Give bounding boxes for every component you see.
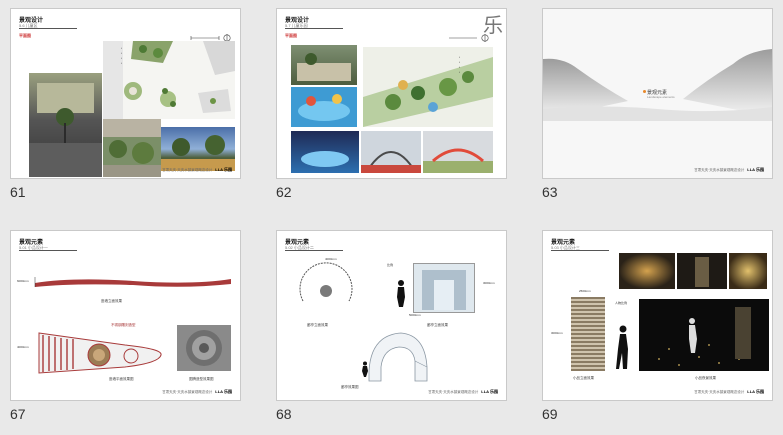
legend-item: • [121,61,123,65]
slide-number: 68 [276,406,292,422]
caption: 座墙立面效果 [101,299,122,303]
slide-thumbnail[interactable]: 景观元素 5.03 小品设计三 2500mm 3000mm 人物比例 小品立面效… [542,230,773,401]
arch-photo [361,131,421,173]
slide-card-67[interactable]: 景观元素 5.01 小品设计一 6000mm 座墙立面效果 4000mm 不锈钢… [10,230,241,422]
caption: 小品夜景效果 [695,376,716,380]
person-silhouette-icon [362,361,368,377]
pool-photo [291,87,357,127]
water-play-photo [291,131,359,173]
slide-number: 67 [10,406,26,422]
night-lamp-photo-3 [729,253,767,289]
slide-card-69[interactable]: 景观元素 5.03 小品设计三 2500mm 3000mm 人物比例 小品立面效… [542,230,773,422]
slide-thumbnail[interactable]: 景观元素 Landscape elements 甘肃天庆·天庆水镇景观概念设计 L… [542,8,773,179]
pavilion-plan [299,262,353,302]
slide-number: 69 [542,406,558,422]
footer-text: 甘肃天庆·天庆水镇景观概念设计 [162,168,213,172]
caption: 图腾造型效果图 [189,377,214,381]
north-arrow-icon [449,34,489,42]
slide-thumbnail[interactable]: 景观元素 5.01 小品设计一 6000mm 座墙立面效果 4000mm 不锈钢… [10,230,241,401]
section-label: 平面图 [285,33,297,38]
footer-text: 甘肃天庆·天庆水镇景观概念设计 [162,390,213,394]
slide-number: 63 [542,184,558,200]
slide-number: 61 [10,184,26,200]
person-silhouette-icon [397,280,405,307]
slide-card-61[interactable]: 景观设计 5.6 儿童区 平面图 • • • • 甘肃天庆·天庆水镇景观概念设计… [10,8,241,200]
slide-card-63[interactable]: 景观元素 Landscape elements 甘肃天庆·天庆水镇景观概念设计 L… [542,8,773,200]
plan-legend: • • • • [121,46,122,66]
playground-photo [291,45,357,85]
figure-label: 人物比例 [615,301,628,305]
dim-label: 5000mm [409,313,421,317]
pavilion-perspective [368,332,428,382]
footer-logo: LLA 乐园 [215,167,232,172]
caption: 廊亭立面效果 [307,323,328,327]
slide-thumbnail[interactable]: 景观设计 5.6 儿童区 平面图 • • • • 甘肃天庆·天庆水镇景观概念设计… [10,8,241,179]
footer-logo: LLA 乐园 [747,389,764,394]
accent-dot [643,90,646,93]
footer-text: 甘肃天庆·天庆水镇景观概念设计 [694,390,745,394]
slide-number: 62 [276,184,292,200]
night-lamp-photo-2 [677,253,727,289]
site-plan [103,41,235,119]
footer-logo: LLA 乐园 [481,389,498,394]
dim-label: 2500mm [579,289,591,293]
footer-text: 甘肃天庆·天庆水镇景观概念设计 [428,390,479,394]
night-garden-photo [161,127,235,171]
slide-card-68[interactable]: 景观元素 5.02 小品设计二 4000mm 廊亭立面效果 比例 3000mm … [276,230,507,422]
slide-card-62[interactable]: 景观设计 5.7 儿童乐园 平面图 乐 • • • • 62 [276,8,507,200]
footer-logo: LLA 乐园 [747,167,764,172]
bench-elevation [34,277,231,287]
slide-thumbnail[interactable]: 景观设计 5.7 儿童乐园 平面图 乐 • • • • [276,8,507,179]
courtyard-photo [103,119,161,177]
dim-label: 3000mm [483,281,495,285]
lamp-elevation [571,297,605,371]
slide-subtitle: Landscape elements [647,95,675,99]
title-underline [19,250,77,251]
bench-plan [38,332,162,374]
title-underline [285,28,343,29]
legend-item: • [459,70,461,74]
title-underline [285,250,343,251]
plan-legend: • • • • [459,55,460,75]
title-underline [19,28,77,29]
callout-label: 不锈钢雕刻造型 [111,323,136,327]
title-underline [551,250,609,251]
figure-label: 比例 [387,263,394,267]
site-plan [363,47,493,127]
person-silhouette-icon [616,325,628,369]
dim-label: 4000mm [17,345,29,349]
slide-footer: 甘肃天庆·天庆水镇景观概念设计 LLA 乐园 [694,167,764,173]
totem-photo [177,325,231,371]
slide-footer: 甘肃天庆·天庆水镇景观概念设计 LLA 乐园 [162,389,232,395]
slide-footer: 甘肃天庆·天庆水镇景观概念设计 LLA 乐园 [694,389,764,395]
caption: 小品立面效果 [573,376,594,380]
footer-text: 甘肃天庆·天庆水镇景观概念设计 [694,168,745,172]
footer-logo: LLA 乐园 [215,389,232,394]
caption: 座墙平面效果图 [109,377,134,381]
slide-footer: 甘肃天庆·天庆水镇景观概念设计 LLA 乐园 [162,167,232,173]
atrium-photo [29,73,102,177]
caption: 廊亭效果图 [341,385,359,389]
dim-label: 3000mm [551,331,563,335]
dim-label: 6000mm [17,279,29,283]
night-lamp-photo-1 [619,253,675,289]
pavilion-elevation [413,263,475,313]
section-label: 平面图 [19,33,31,38]
slide-photo [423,131,493,173]
night-scene-photo [639,299,769,371]
slide-thumbnail[interactable]: 景观元素 5.02 小品设计二 4000mm 廊亭立面效果 比例 3000mm … [276,230,507,401]
slide-footer: 甘肃天庆·天庆水镇景观概念设计 LLA 乐园 [428,389,498,395]
